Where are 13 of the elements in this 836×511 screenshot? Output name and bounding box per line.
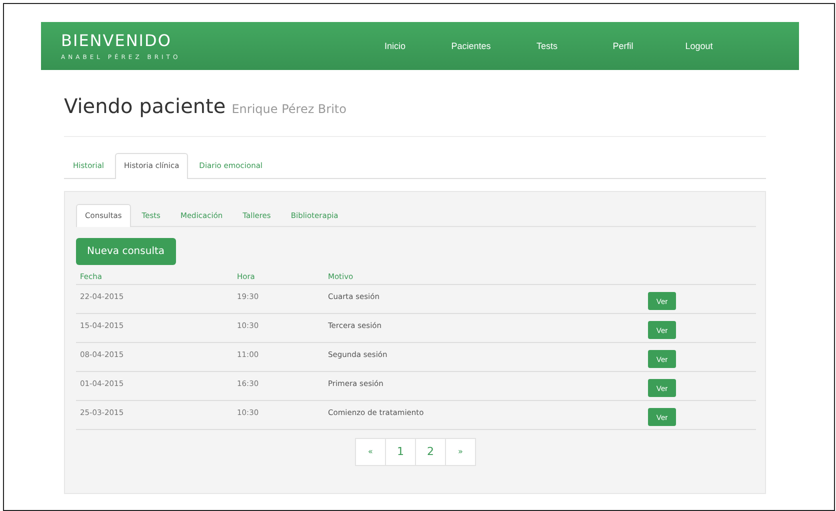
page-link[interactable]: » [445, 438, 476, 466]
page-link[interactable]: 1 [385, 438, 416, 466]
nav-link[interactable]: Inicio [357, 41, 433, 51]
nav-link[interactable]: Perfil [585, 41, 661, 51]
page-title: Viendo paciente [64, 94, 226, 118]
page-link[interactable]: « [355, 438, 386, 466]
nav-link[interactable]: Logout [661, 41, 737, 51]
page-link[interactable]: 2 [415, 438, 446, 466]
site-title: BIENVENIDO [61, 32, 172, 50]
nav-link[interactable]: Pacientes [433, 41, 509, 51]
new-consultation-button[interactable]: Nueva consulta [76, 238, 176, 265]
nav-link[interactable]: Tests [509, 41, 585, 51]
patient-name: Enrique Pérez Brito [232, 102, 346, 116]
